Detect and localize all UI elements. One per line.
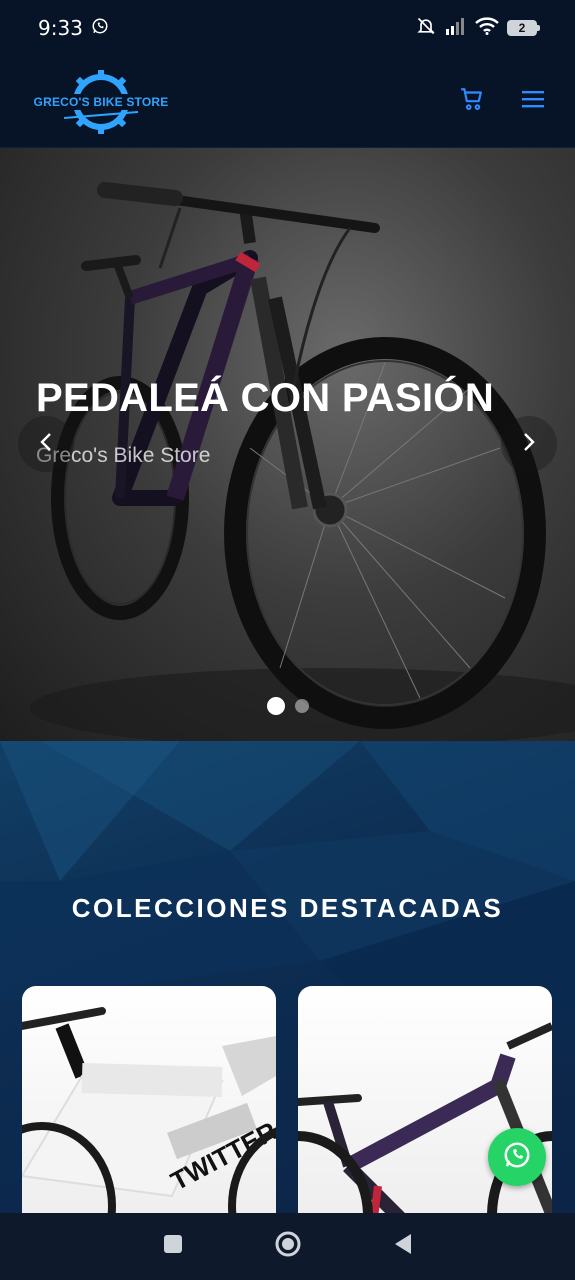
carousel-next-button[interactable] [501,416,557,472]
hamburger-menu-icon[interactable] [521,89,545,114]
carousel-indicators [0,697,575,715]
recents-square-icon[interactable] [162,1233,184,1260]
hero-carousel: PEDALEÁ CON PASIÓN Greco's Bike Store [0,148,575,741]
status-bar: 9:33 2 [0,0,575,56]
chevron-right-icon [521,431,537,458]
system-navigation-bar [0,1213,575,1280]
home-circle-icon[interactable] [274,1230,302,1263]
white-road-bike-image: TWITTER [22,1007,276,1213]
status-left: 9:33 [38,16,109,40]
carousel-dot-1[interactable] [266,697,285,715]
status-time: 9:33 [38,16,83,40]
signal-icon [445,17,467,40]
status-right: 2 [415,16,540,41]
carousel-prev-button[interactable] [18,416,74,472]
whatsapp-chat-button[interactable] [488,1128,546,1186]
back-triangle-icon[interactable] [392,1232,414,1261]
header-actions [459,86,545,117]
chevron-left-icon [38,431,54,458]
store-logo[interactable]: GRECO'S BIKE STORE [31,66,171,138]
whatsapp-icon [91,17,109,40]
featured-collections-section: COLECCIONES DESTACADAS TWITTER [0,741,575,1213]
site-header: GRECO'S BIKE STORE [0,56,575,148]
logo-text: GRECO'S BIKE STORE [31,93,171,110]
hero-title: PEDALEÁ CON PASIÓN [36,376,495,420]
cart-icon[interactable] [459,86,485,117]
mute-icon [415,16,437,41]
whatsapp-icon [502,1140,532,1175]
collection-card[interactable]: TWITTER [22,986,276,1213]
battery-icon: 2 [507,20,540,36]
section-title: COLECCIONES DESTACADAS [71,893,504,923]
wifi-icon [475,16,499,40]
carousel-dot-2[interactable] [294,699,309,713]
